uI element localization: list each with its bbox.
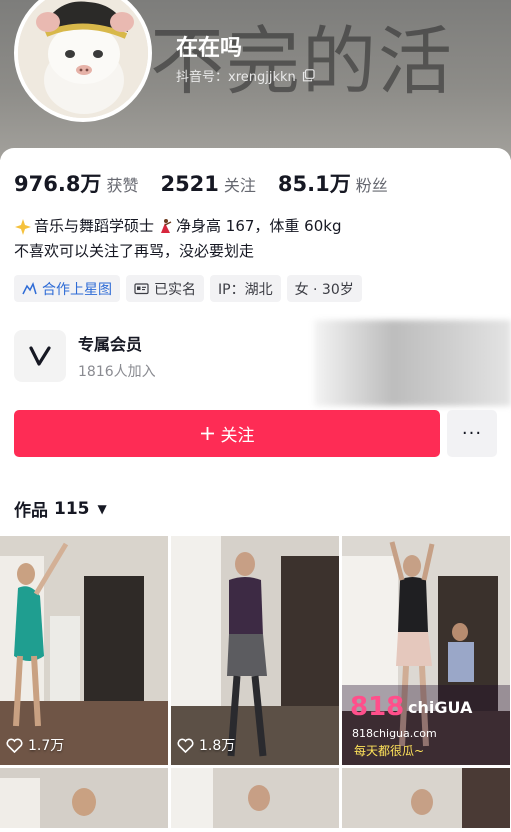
video-frame	[0, 536, 168, 765]
video-thumbnail[interactable]	[171, 768, 339, 828]
stat-followers[interactable]: 85.1万 粉丝	[278, 168, 388, 198]
membership-card[interactable]: 专属会员 1816人加入	[14, 328, 314, 384]
svg-text:chiGUA: chiGUA	[408, 698, 473, 717]
membership-title: 专属会员	[78, 335, 143, 354]
tag-star-map[interactable]: 合作上星图	[14, 275, 120, 302]
stat-label: 粉丝	[355, 176, 388, 195]
video-thumbnail[interactable]: 818 chiGUA 818chigua.com 每天都很瓜~	[342, 536, 510, 765]
video-frame	[0, 768, 168, 828]
stat-following[interactable]: 2521 关注	[160, 172, 255, 196]
caret-down-icon: ▼	[97, 501, 107, 516]
heart-icon	[177, 738, 194, 753]
membership-logo-icon	[14, 330, 66, 382]
watermark-logo: 818 chiGUA 818chigua.com 每天都很瓜~	[342, 685, 510, 765]
tag-label: IP：湖北	[218, 281, 273, 298]
likes-count: 1.8万	[199, 738, 236, 754]
follow-label: 关注	[220, 426, 255, 446]
video-frame	[171, 536, 339, 765]
stats-row: 976.8万 获赞 2521 关注 85.1万 粉丝	[14, 168, 388, 198]
profile-cover: 不完的活 在在吗 抖音号：xrengjjkkn	[0, 0, 511, 160]
tag-label: 合作上星图	[42, 281, 112, 298]
stat-value: 2521	[160, 172, 219, 196]
star-map-icon	[22, 281, 37, 295]
svg-text:每天都很瓜~: 每天都很瓜~	[354, 743, 424, 758]
svg-text:818: 818	[350, 692, 404, 722]
likes-count: 1.7万	[28, 738, 65, 754]
bio-line-2: 不喜欢可以关注了再骂，没必要划走	[14, 239, 341, 264]
blurred-region	[314, 320, 511, 406]
works-label: 作品	[14, 501, 48, 521]
profile-panel: 976.8万 获赞 2521 关注 85.1万 粉丝 音乐与舞蹈学硕士 净身高 …	[0, 148, 511, 832]
svg-text:818chigua.com: 818chigua.com	[352, 727, 437, 740]
video-frame	[342, 768, 510, 828]
nickname: 在在吗	[176, 36, 243, 61]
video-thumbnail[interactable]: 1.8万	[171, 536, 339, 765]
stat-likes[interactable]: 976.8万 获赞	[14, 168, 138, 198]
video-grid: 1.7万 1.8万 818 chiGUA 818chigua.com 每天都很瓜…	[0, 536, 511, 828]
sparkle-star-icon	[15, 218, 31, 235]
works-tab[interactable]: 作品 115 ▼	[14, 496, 107, 522]
tag-gender-age: 女 · 30岁	[286, 275, 362, 302]
video-thumbnail[interactable]	[342, 768, 510, 828]
more-dots-icon: ···	[461, 423, 483, 444]
cat-avatar-illustration	[18, 0, 148, 118]
tag-ip: IP：湖北	[210, 275, 281, 302]
stat-value: 85.1万	[277, 172, 351, 196]
avatar[interactable]	[14, 0, 152, 122]
copy-icon[interactable]	[302, 69, 315, 82]
stat-label: 关注	[223, 176, 256, 195]
likes-counter: 1.7万	[6, 735, 64, 755]
heart-icon	[6, 738, 23, 753]
plus-icon	[200, 427, 214, 440]
tag-label: 已实名	[154, 281, 196, 298]
tag-row: 合作上星图 已实名 IP：湖北 女 · 30岁	[14, 275, 362, 302]
video-frame	[171, 768, 339, 828]
bio-text: 不喜欢可以关注了再骂，没必要划走	[14, 242, 255, 260]
dancer-icon	[161, 218, 172, 233]
id-card-icon	[134, 283, 149, 295]
tag-label: 女 · 30岁	[294, 281, 354, 298]
bio-line-1: 音乐与舞蹈学硕士 净身高 167，体重 60kg	[14, 214, 341, 239]
tag-verified[interactable]: 已实名	[126, 275, 204, 302]
stat-label: 获赞	[106, 176, 139, 195]
likes-counter: 1.8万	[177, 735, 235, 755]
follow-button[interactable]: 关注	[14, 410, 440, 457]
stat-value: 976.8万	[14, 172, 102, 196]
douyin-id: 抖音号：xrengjjkkn	[176, 66, 315, 85]
works-count: 115	[54, 498, 90, 519]
douyin-id-text: 抖音号：xrengjjkkn	[176, 70, 296, 85]
bio-text: 净身高 167，体重 60kg	[176, 217, 342, 235]
more-options-button[interactable]: ···	[447, 410, 497, 457]
bio: 音乐与舞蹈学硕士 净身高 167，体重 60kg 不喜欢可以关注了再骂，没必要划…	[14, 214, 341, 264]
bio-text: 音乐与舞蹈学硕士	[34, 217, 155, 235]
video-thumbnail[interactable]: 1.7万	[0, 536, 168, 765]
video-thumbnail[interactable]	[0, 768, 168, 828]
membership-subtitle: 1816人加入	[78, 364, 156, 380]
